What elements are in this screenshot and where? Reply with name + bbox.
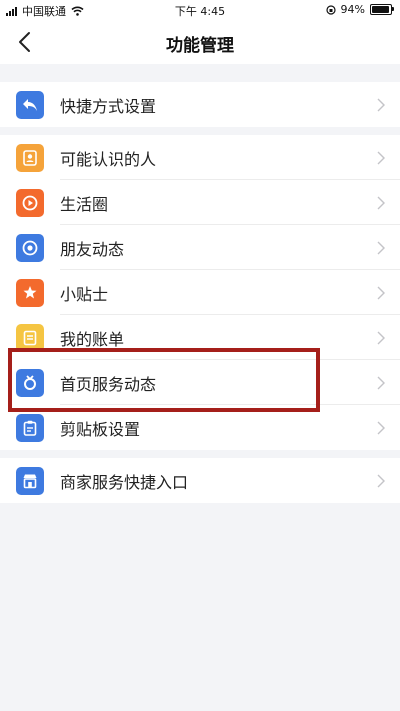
contact-card-icon: [16, 143, 44, 172]
list-item-life-circle[interactable]: 生活圈: [0, 180, 400, 225]
chevron-right-icon: [377, 98, 385, 111]
chevron-right-icon: [377, 286, 385, 299]
battery-fill: [372, 6, 389, 13]
page-title: 功能管理: [166, 36, 234, 56]
chevron-right-icon: [377, 474, 385, 487]
status-bar: 中国联通 下午 4:45 94%: [0, 0, 400, 20]
storefront-icon: [16, 466, 44, 495]
list-item-label: 我的账单: [60, 329, 125, 349]
camera-shutter-icon: [16, 233, 44, 262]
chevron-right-icon: [377, 241, 385, 254]
status-right: 94%: [325, 3, 394, 16]
battery-percent: 94%: [340, 3, 365, 16]
list-item-friend-updates[interactable]: 朋友动态: [0, 225, 400, 270]
list-item-label: 朋友动态: [60, 239, 125, 259]
settings-group-shortcuts: 快捷方式设置: [0, 82, 400, 127]
highlight-box: [8, 348, 320, 412]
chevron-right-icon: [377, 151, 385, 164]
star-pen-icon: [16, 278, 44, 307]
list-item-shortcut-settings[interactable]: 快捷方式设置: [0, 82, 400, 127]
clipboard-icon: [16, 413, 44, 442]
settings-group-merchant: 商家服务快捷入口: [0, 458, 400, 503]
list-item-label: 商家服务快捷入口: [60, 472, 189, 492]
chevron-right-icon: [377, 421, 385, 434]
nav-bar: 功能管理: [0, 20, 400, 64]
list-item-label: 小贴士: [60, 284, 109, 304]
share-back-icon: [16, 90, 44, 119]
list-item-label: 快捷方式设置: [60, 96, 157, 116]
chevron-right-icon: [377, 376, 385, 389]
list-item-tips[interactable]: 小贴士: [0, 270, 400, 315]
list-item-label: 剪贴板设置: [60, 419, 141, 439]
orientation-lock-icon: [325, 4, 336, 15]
list-item-merchant-shortcut[interactable]: 商家服务快捷入口: [0, 458, 400, 503]
battery-icon: [370, 4, 394, 15]
chevron-right-icon: [377, 196, 385, 209]
list-item-label: 生活圈: [60, 194, 109, 214]
play-circle-icon: [16, 188, 44, 217]
list-item-people-you-may-know[interactable]: 可能认识的人: [0, 135, 400, 180]
list-item-label: 可能认识的人: [60, 149, 157, 169]
chevron-right-icon: [377, 331, 385, 344]
